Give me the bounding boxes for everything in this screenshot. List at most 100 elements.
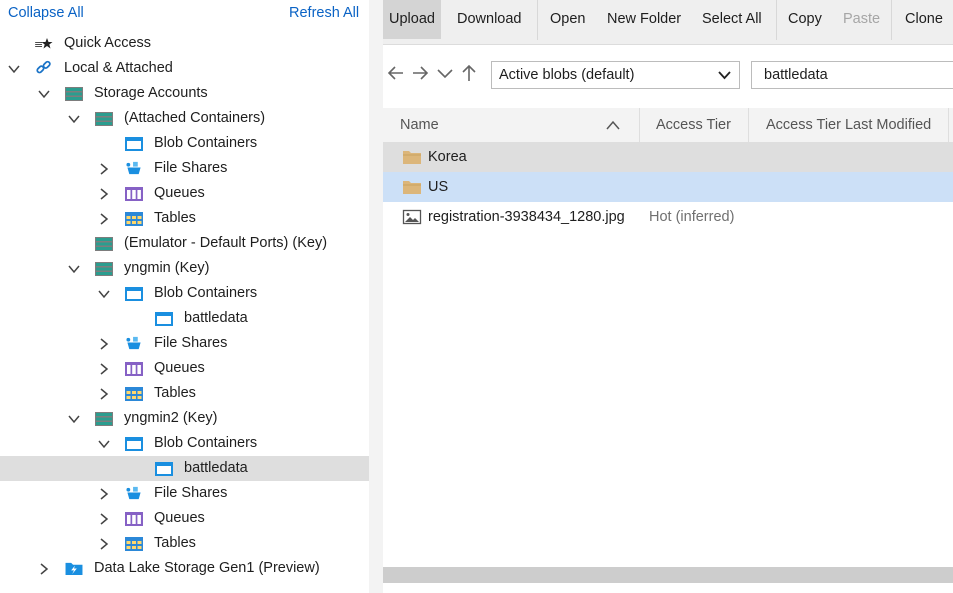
column-header-access-tier-last-modified[interactable]: Access Tier Last Modified	[766, 108, 931, 142]
chevron-right-icon[interactable]	[96, 361, 112, 377]
row-name: Korea	[428, 149, 467, 165]
storage-account-icon	[95, 112, 113, 126]
chevron-right-icon[interactable]	[96, 386, 112, 402]
chevron-down-icon[interactable]	[66, 261, 82, 277]
tree-item-battledata[interactable]: battledata	[0, 306, 369, 331]
tree-item-tables[interactable]: Tables	[0, 206, 369, 231]
copy-button[interactable]: Copy	[782, 0, 828, 39]
tree-item-blob-containers[interactable]: Blob Containers	[0, 281, 369, 306]
tree-item-storage-accounts[interactable]: Storage Accounts	[0, 81, 369, 106]
toolbar: Upload Download Open New Folder Select A…	[383, 0, 953, 45]
tree-label: Queues	[154, 185, 205, 201]
tree-item-blob-containers[interactable]: Blob Containers	[0, 131, 369, 156]
refresh-all-link[interactable]: Refresh All	[289, 5, 359, 21]
tree-item-yngmin2[interactable]: yngmin2 (Key)	[0, 406, 369, 431]
table-row[interactable]: US	[383, 172, 953, 202]
chevron-right-icon[interactable]	[36, 561, 52, 577]
open-button[interactable]: Open	[544, 0, 591, 39]
tree-label: yngmin (Key)	[124, 260, 210, 276]
paste-button[interactable]: Paste	[837, 0, 886, 39]
column-divider[interactable]	[748, 108, 749, 142]
chevron-down-icon[interactable]	[36, 86, 52, 102]
column-header-name[interactable]: Name	[400, 108, 439, 142]
storage-account-icon	[95, 412, 113, 426]
toolbar-separator	[537, 0, 538, 40]
tree-item-quick-access[interactable]: ≡ Quick Access	[0, 31, 369, 56]
tree-item-data-lake[interactable]: Data Lake Storage Gen1 (Preview)	[0, 556, 369, 581]
path-input[interactable]	[751, 61, 953, 89]
tree-item-file-shares[interactable]: File Shares	[0, 156, 369, 181]
tree-label: Queues	[154, 510, 205, 526]
blob-container-icon	[125, 137, 143, 151]
new-folder-button[interactable]: New Folder	[601, 0, 687, 39]
download-button[interactable]: Download	[451, 0, 528, 39]
chevron-right-icon[interactable]	[96, 536, 112, 552]
folder-icon	[403, 181, 421, 194]
tree-item-blob-containers[interactable]: Blob Containers	[0, 431, 369, 456]
table-row[interactable]: registration-3938434_1280.jpg Hot (infer…	[383, 202, 953, 232]
blob-container-icon	[125, 287, 143, 301]
tree-item-tables[interactable]: Tables	[0, 531, 369, 556]
tree-label: File Shares	[154, 335, 228, 351]
table-icon	[125, 212, 143, 226]
tree-item-queues[interactable]: Queues	[0, 181, 369, 206]
tree-item-file-shares[interactable]: File Shares	[0, 481, 369, 506]
select-all-button[interactable]: Select All	[696, 0, 768, 39]
folder-icon	[403, 151, 421, 164]
chevron-down-icon[interactable]	[96, 286, 112, 302]
chevron-right-icon[interactable]	[96, 211, 112, 227]
table-icon	[125, 387, 143, 401]
chevron-right-icon[interactable]	[96, 486, 112, 502]
blob-container-icon	[155, 462, 173, 476]
tree-label: Blob Containers	[154, 285, 258, 301]
chevron-right-icon[interactable]	[96, 511, 112, 527]
storage-account-icon	[95, 262, 113, 276]
tree-label: Storage Accounts	[94, 85, 208, 101]
explorer-panel: Collapse All Refresh All ≡ Quick Access …	[0, 0, 369, 593]
blob-view-select[interactable]: Active blobs (default)	[491, 61, 740, 89]
image-file-icon	[402, 209, 422, 225]
svg-text:≡: ≡	[34, 38, 43, 51]
table-row[interactable]: Korea	[383, 142, 953, 172]
tree-item-emulator[interactable]: (Emulator - Default Ports) (Key)	[0, 231, 369, 256]
tree-label: Quick Access	[64, 35, 152, 51]
history-chevron-down-icon[interactable]	[435, 63, 455, 83]
up-arrow-icon[interactable]	[459, 63, 479, 83]
tree-label: Local & Attached	[64, 60, 173, 76]
link-icon	[36, 60, 51, 74]
chevron-down-icon	[718, 71, 731, 80]
tree-item-battledata-selected[interactable]: battledata	[0, 456, 369, 481]
chevron-down-icon[interactable]	[66, 111, 82, 127]
tree-label: (Attached Containers)	[124, 110, 266, 126]
tree-item-file-shares[interactable]: File Shares	[0, 331, 369, 356]
tree-item-local-attached[interactable]: Local & Attached	[0, 56, 369, 81]
column-divider[interactable]	[948, 108, 949, 142]
chevron-down-icon[interactable]	[66, 411, 82, 427]
column-header-access-tier[interactable]: Access Tier	[656, 108, 731, 142]
blob-view-selected-value: Active blobs (default)	[499, 67, 635, 83]
forward-arrow-icon[interactable]	[410, 63, 430, 83]
upload-button[interactable]: Upload	[383, 0, 441, 39]
chevron-right-icon[interactable]	[96, 336, 112, 352]
horizontal-scrollbar[interactable]	[383, 567, 953, 583]
tree-item-queues[interactable]: Queues	[0, 356, 369, 381]
row-name: registration-3938434_1280.jpg	[428, 209, 625, 225]
chevron-right-icon[interactable]	[96, 186, 112, 202]
column-divider[interactable]	[639, 108, 640, 142]
panel-splitter[interactable]	[369, 0, 383, 593]
tree-item-queues[interactable]: Queues	[0, 506, 369, 531]
chevron-down-icon[interactable]	[96, 436, 112, 452]
chevron-down-icon[interactable]	[6, 61, 22, 77]
data-lake-icon	[65, 562, 83, 576]
tree-label: battledata	[184, 310, 248, 326]
chevron-right-icon[interactable]	[96, 161, 112, 177]
sort-ascending-icon[interactable]	[605, 119, 621, 131]
tree-item-attached-containers[interactable]: (Attached Containers)	[0, 106, 369, 131]
row-access-tier: Hot (inferred)	[649, 209, 735, 225]
clone-button[interactable]: Clone	[899, 0, 949, 39]
tree-item-tables[interactable]: Tables	[0, 381, 369, 406]
collapse-all-link[interactable]: Collapse All	[8, 5, 84, 21]
tree-item-yngmin[interactable]: yngmin (Key)	[0, 256, 369, 281]
tree-label: Data Lake Storage Gen1 (Preview)	[94, 560, 320, 576]
back-arrow-icon[interactable]	[386, 63, 406, 83]
